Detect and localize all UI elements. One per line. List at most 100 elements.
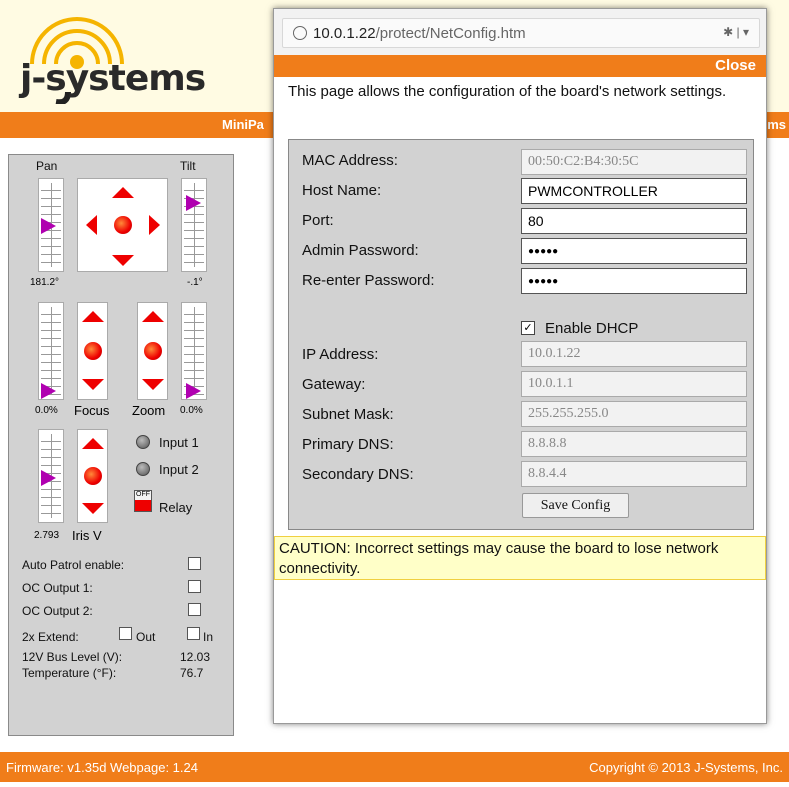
oc-output1-label: OC Output 1:: [22, 581, 93, 595]
tilt-value: -.1°: [187, 277, 203, 288]
focus-value: 0.0%: [35, 405, 58, 416]
gateway-label: Gateway:: [302, 376, 366, 393]
focus-pad: [77, 302, 108, 400]
port-label: Port:: [302, 212, 334, 229]
pan-tilt-pad: [77, 178, 168, 272]
network-settings-form: MAC Address: 00:50:C2:B4:30:5C Host Name…: [288, 139, 754, 530]
pan-tilt-home-button[interactable]: [114, 216, 132, 234]
port-input[interactable]: 80: [521, 208, 747, 234]
iris-label: Iris V: [72, 528, 102, 543]
input1-label: Input 1: [159, 435, 199, 450]
zoom-down-arrow-icon[interactable]: [142, 379, 164, 390]
zoom-value: 0.0%: [180, 405, 203, 416]
pan-value: 181.2°: [30, 277, 60, 288]
globe-icon: [293, 26, 307, 40]
extend-in-checkbox[interactable]: [187, 627, 200, 640]
address-text: 10.0.1.22/protect/NetConfig.htm: [313, 25, 526, 42]
brand-logo-text: j-systems: [20, 58, 206, 99]
extend-in-label: In: [203, 630, 214, 644]
host-name-input[interactable]: PWMCONTROLLER: [521, 178, 747, 204]
auto-patrol-checkbox[interactable]: [188, 557, 201, 570]
iris-slider[interactable]: [38, 429, 64, 523]
relay-switch-text: OFF: [136, 491, 150, 498]
focus-stop-button[interactable]: [84, 342, 102, 360]
extend-out-label: Out: [136, 630, 156, 644]
tilt-slider[interactable]: [181, 178, 207, 272]
relay-label: Relay: [159, 500, 193, 515]
popup-title-bar: Close: [274, 55, 766, 77]
secondary-dns-label: Secondary DNS:: [302, 466, 414, 483]
zoom-label: Zoom: [132, 403, 166, 418]
copyright-text: Copyright © 2013 J-Systems, Inc.: [589, 760, 783, 775]
firmware-version: Firmware: v1.35d Webpage: 1.24: [6, 760, 198, 775]
primary-dns-field: 8.8.8.8: [521, 431, 747, 457]
host-name-label: Host Name:: [302, 182, 382, 199]
pan-left-arrow-icon[interactable]: [86, 215, 97, 235]
extend-label: 2x Extend:: [22, 630, 79, 644]
oc-output1-checkbox[interactable]: [188, 580, 201, 593]
oc-output2-checkbox[interactable]: [188, 603, 201, 616]
url-host: 10.0.1.22: [313, 25, 376, 42]
tilt-label: Tilt: [180, 159, 196, 173]
pan-slider[interactable]: [38, 178, 64, 272]
focus-label: Focus: [74, 403, 110, 418]
focus-slider-thumb[interactable]: [41, 383, 56, 399]
iris-down-arrow-icon[interactable]: [82, 503, 104, 514]
ip-field: 10.0.1.22: [521, 341, 747, 367]
iris-up-arrow-icon[interactable]: [82, 438, 104, 449]
primary-dns-label: Primary DNS:: [302, 436, 394, 453]
mac-field: 00:50:C2:B4:30:5C: [521, 149, 747, 175]
close-button[interactable]: Close: [715, 57, 756, 74]
admin-password-label: Admin Password:: [302, 242, 419, 259]
tilt-down-arrow-icon[interactable]: [112, 255, 134, 266]
extensions-menu[interactable]: ✱ | ▾: [723, 25, 749, 39]
temperature-value: 76.7: [180, 666, 204, 680]
zoom-slider-thumb[interactable]: [186, 383, 201, 399]
iris-slider-thumb[interactable]: [41, 470, 56, 486]
input2-label: Input 2: [159, 462, 199, 477]
url-path: /protect/NetConfig.htm: [375, 25, 526, 42]
subnet-label: Subnet Mask:: [302, 406, 394, 423]
iris-pad: [77, 429, 108, 523]
zoom-slider[interactable]: [181, 302, 207, 400]
zoom-stop-button[interactable]: [144, 342, 162, 360]
secondary-dns-field: 8.8.4.4: [521, 461, 747, 487]
zoom-pad: [137, 302, 168, 400]
ip-label: IP Address:: [302, 346, 379, 363]
pan-label: Pan: [36, 159, 58, 173]
address-field[interactable]: 10.0.1.22/protect/NetConfig.htm ✱ | ▾: [282, 18, 760, 48]
popup-intro-text: This page allows the configuration of th…: [288, 83, 727, 100]
subnet-field: 255.255.255.0: [521, 401, 747, 427]
extend-out-checkbox[interactable]: [119, 627, 132, 640]
oc-output2-label: OC Output 2:: [22, 604, 93, 618]
temperature-label: Temperature (°F):: [22, 666, 117, 680]
relay-switch[interactable]: OFF: [134, 490, 152, 512]
network-config-popup: 10.0.1.22/protect/NetConfig.htm ✱ | ▾ Cl…: [273, 8, 767, 724]
save-config-button[interactable]: Save Config: [522, 493, 629, 518]
tilt-slider-thumb[interactable]: [186, 195, 201, 211]
admin-password-input[interactable]: ●●●●●: [521, 238, 747, 264]
reenter-password-input[interactable]: ●●●●●: [521, 268, 747, 294]
iris-value: 2.793: [34, 530, 60, 541]
auto-patrol-label: Auto Patrol enable:: [22, 558, 125, 572]
zoom-up-arrow-icon[interactable]: [142, 311, 164, 322]
focus-slider[interactable]: [38, 302, 64, 400]
gateway-field: 10.0.1.1: [521, 371, 747, 397]
input1-led-icon: [136, 435, 150, 449]
input2-led-icon: [136, 462, 150, 476]
mac-label: MAC Address:: [302, 152, 398, 169]
focus-up-arrow-icon[interactable]: [82, 311, 104, 322]
nav-link-minipage[interactable]: MiniPa: [222, 117, 264, 132]
footer-bar: Firmware: v1.35d Webpage: 1.24 Copyright…: [0, 752, 789, 782]
pan-slider-thumb[interactable]: [41, 218, 56, 234]
bus-level-value: 12.03: [180, 650, 211, 664]
reenter-password-label: Re-enter Password:: [302, 272, 435, 289]
tilt-up-arrow-icon[interactable]: [112, 187, 134, 198]
popup-url-bar: 10.0.1.22/protect/NetConfig.htm ✱ | ▾: [274, 9, 766, 55]
iris-stop-button[interactable]: [84, 467, 102, 485]
dhcp-checkbox[interactable]: ✓: [521, 321, 535, 335]
dhcp-label: Enable DHCP: [545, 320, 639, 337]
bus-level-label: 12V Bus Level (V):: [22, 650, 123, 664]
focus-down-arrow-icon[interactable]: [82, 379, 104, 390]
pan-right-arrow-icon[interactable]: [149, 215, 160, 235]
